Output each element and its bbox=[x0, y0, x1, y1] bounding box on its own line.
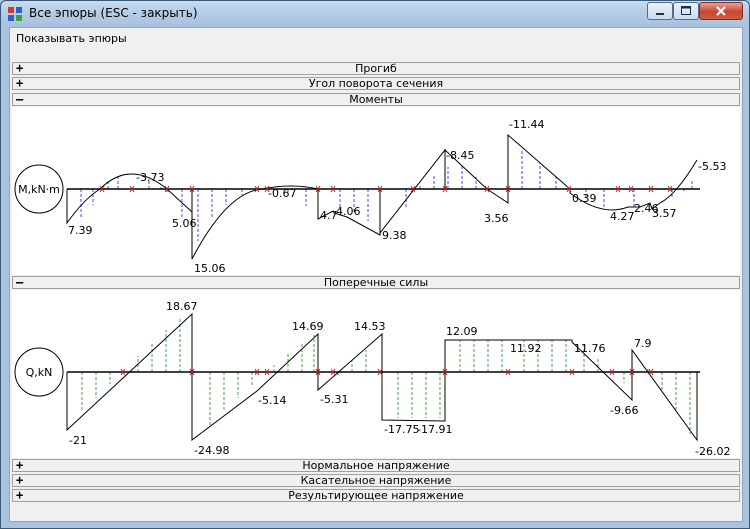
section-label-shear-stress: Касательное напряжение bbox=[300, 474, 452, 487]
moment-label: -3.73 bbox=[136, 171, 164, 184]
section-header-moments[interactable]: – Моменты bbox=[12, 92, 740, 106]
moment-label: 4.06 bbox=[336, 205, 361, 218]
section-label-normal-stress: Нормальное напряжение bbox=[302, 459, 450, 472]
moment-unit-label: M,kN·m bbox=[18, 183, 60, 196]
shear-label: 11.92 bbox=[510, 342, 542, 355]
section-label-deflection: Прогиб bbox=[355, 62, 397, 75]
shear-label: -5.14 bbox=[258, 394, 286, 407]
moment-label: 7.39 bbox=[68, 224, 93, 237]
moment-label: 9.38 bbox=[382, 229, 407, 242]
moment-label: -5.53 bbox=[698, 160, 726, 173]
shear-unit-label: Q,kN bbox=[26, 366, 53, 379]
section-label-resultant-stress: Результирующее напряжение bbox=[288, 489, 464, 502]
client-area: Показывать эпюры + Прогиб + Угол поворот… bbox=[9, 27, 743, 522]
show-diagrams-menu[interactable]: Показывать эпюры bbox=[16, 32, 127, 45]
moments-panel: M,kN·m 7.39 -3.73 5.06 15.06 -0.67 4.7 4… bbox=[12, 107, 740, 275]
shear-diagram: Q,kN -21 18.67 -24.98 -5.14 14.69 -5.31 … bbox=[14, 300, 730, 458]
shear-label: -21 bbox=[69, 434, 87, 447]
section-label-rotation: Угол поворота сечения bbox=[308, 77, 444, 90]
shear-hatching bbox=[81, 317, 691, 434]
minimize-button[interactable] bbox=[647, 2, 673, 20]
close-icon bbox=[716, 6, 726, 16]
moment-label: 4.7 bbox=[320, 209, 338, 222]
app-icon bbox=[8, 7, 22, 21]
shear-label: 12.09 bbox=[446, 325, 478, 338]
shear-label: 11.76 bbox=[574, 342, 606, 355]
shear-value-labels: -21 18.67 -24.98 -5.14 14.69 -5.31 14.53… bbox=[69, 300, 730, 458]
section-header-shear-stress[interactable]: + Касательное напряжение bbox=[12, 473, 740, 487]
shear-label: 14.69 bbox=[292, 320, 324, 333]
moment-label: -11.44 bbox=[509, 118, 544, 131]
minimize-icon bbox=[656, 13, 664, 15]
section-header-shear[interactable]: – Поперечные силы bbox=[12, 275, 740, 289]
shear-label: 7.9 bbox=[634, 337, 652, 350]
shear-label: -17.91 bbox=[417, 423, 452, 436]
moment-label: 4.27 bbox=[610, 210, 635, 223]
moment-value-labels: 7.39 -3.73 5.06 15.06 -0.67 4.7 4.06 9.3… bbox=[68, 118, 726, 275]
window: Все эпюры (ESC - закрыть) Показывать эпю… bbox=[0, 0, 750, 529]
moment-label: 0.39 bbox=[572, 192, 597, 205]
moment-label: -0.67 bbox=[268, 187, 296, 200]
shear-label: -17.75 bbox=[384, 423, 419, 436]
maximize-icon bbox=[681, 6, 691, 15]
moment-label: -8.45 bbox=[446, 149, 474, 162]
section-label-moments: Моменты bbox=[349, 93, 403, 106]
shear-label: -24.98 bbox=[194, 444, 229, 457]
shear-panel: Q,kN -21 18.67 -24.98 -5.14 14.69 -5.31 … bbox=[12, 290, 740, 458]
section-header-deflection[interactable]: + Прогиб bbox=[12, 61, 740, 75]
moment-diagram: M,kN·m 7.39 -3.73 5.06 15.06 -0.67 4.7 4… bbox=[14, 118, 726, 275]
moment-label: 3.56 bbox=[484, 212, 509, 225]
window-title: Все эпюры (ESC - закрыть) bbox=[29, 6, 198, 20]
shear-label: 18.67 bbox=[166, 300, 198, 313]
title-bar[interactable]: Все эпюры (ESC - закрыть) bbox=[1, 1, 749, 27]
shear-label: -5.31 bbox=[320, 393, 348, 406]
section-header-rotation[interactable]: + Угол поворота сечения bbox=[12, 76, 740, 90]
moment-label: 5.06 bbox=[172, 217, 197, 230]
section-label-shear: Поперечные силы bbox=[323, 276, 429, 289]
maximize-button[interactable] bbox=[673, 2, 699, 20]
section-header-normal-stress[interactable]: + Нормальное напряжение bbox=[12, 458, 740, 472]
close-button[interactable] bbox=[699, 2, 743, 20]
empty-footer bbox=[12, 502, 740, 520]
shear-label: -9.66 bbox=[610, 404, 638, 417]
moment-label: 3.57 bbox=[652, 207, 677, 220]
section-header-resultant-stress[interactable]: + Результирующее напряжение bbox=[12, 488, 740, 502]
moment-label: 15.06 bbox=[194, 262, 226, 275]
shear-label: -26.02 bbox=[695, 445, 730, 458]
shear-label: 14.53 bbox=[354, 320, 386, 333]
